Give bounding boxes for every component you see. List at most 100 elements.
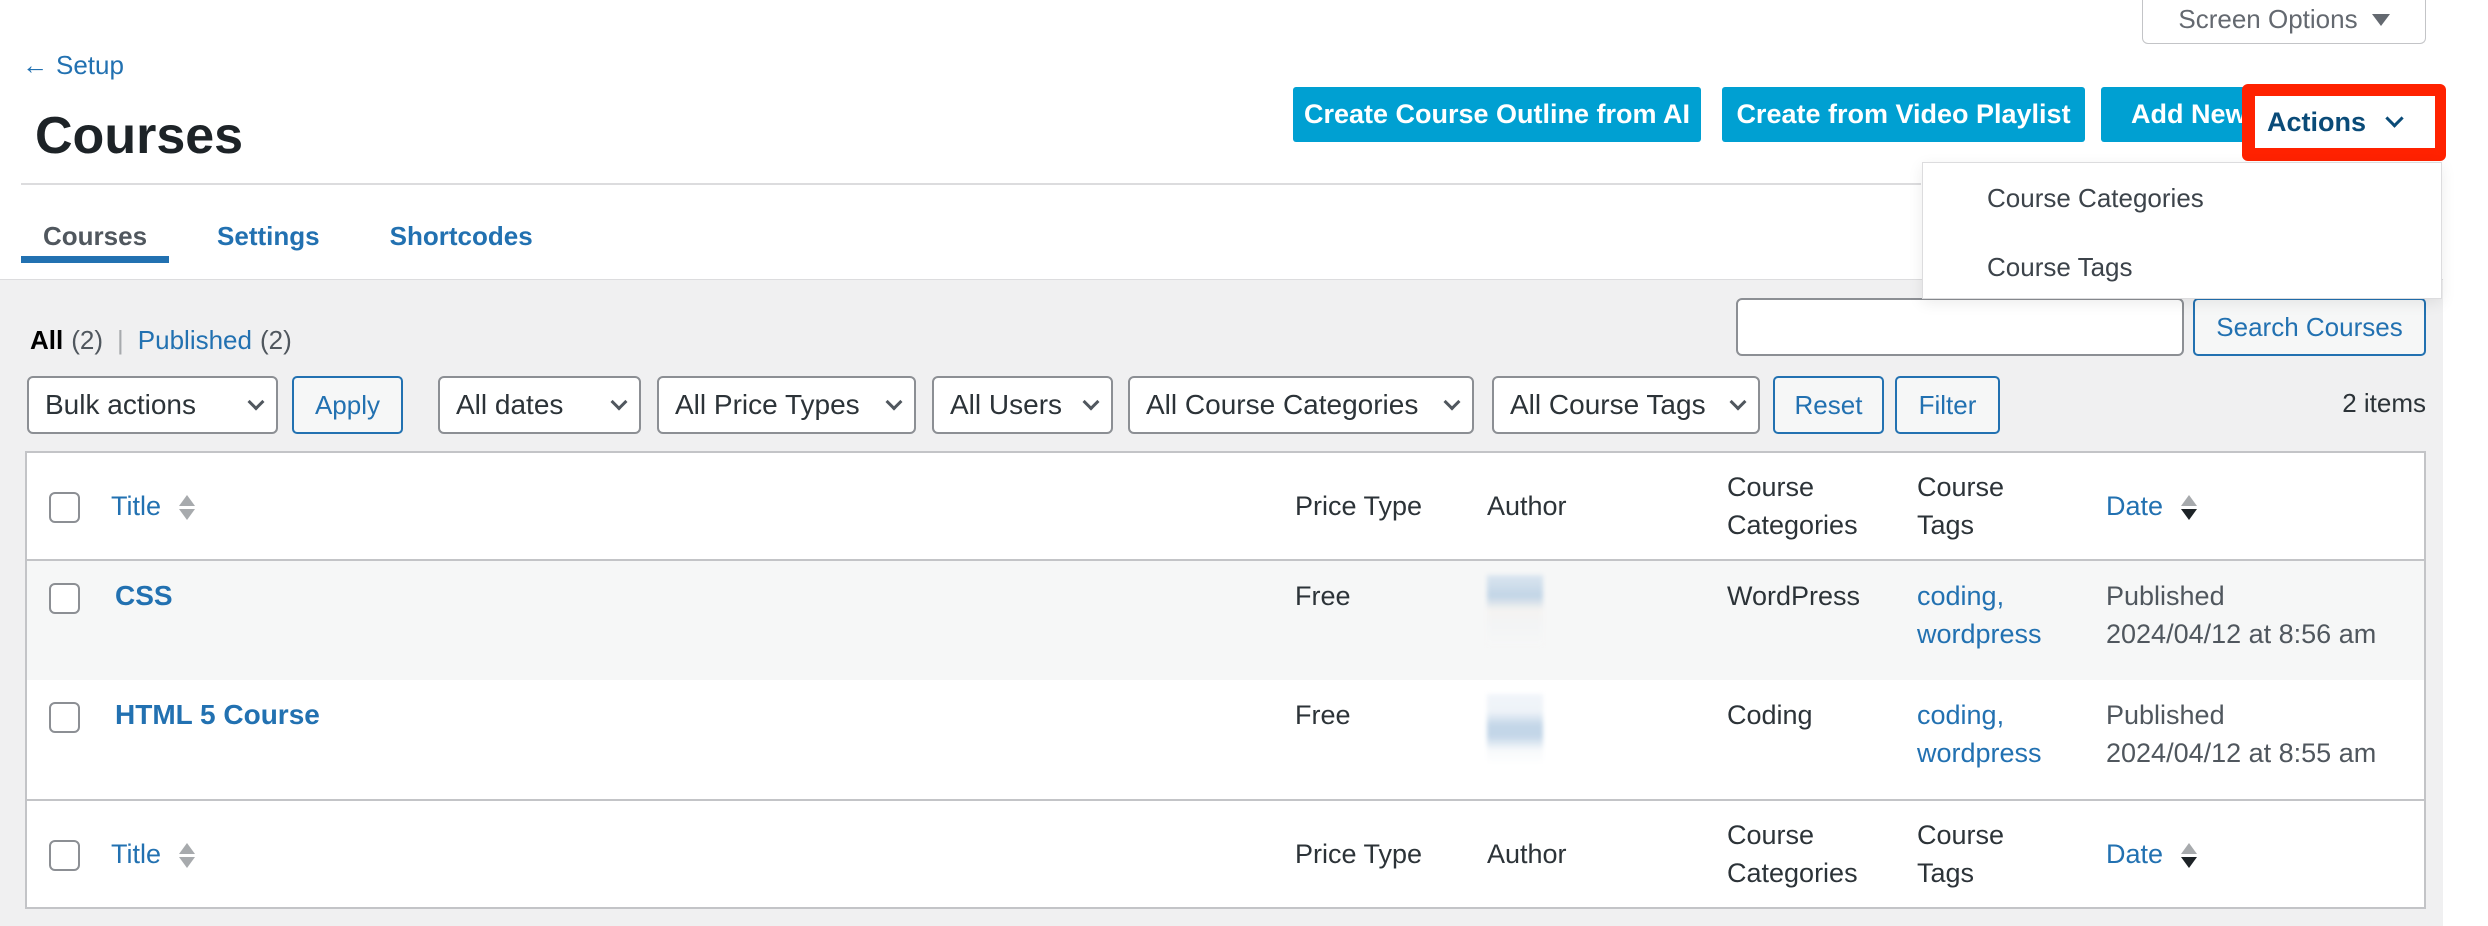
users-filter-value: All Users bbox=[950, 389, 1063, 420]
column-price-type-footer: Price Type bbox=[1295, 839, 1423, 869]
tag-link[interactable]: wordpress bbox=[1917, 738, 2042, 768]
date-cell: Published 2024/04/12 at 8:56 am bbox=[2106, 577, 2376, 653]
column-author-footer: Author bbox=[1487, 839, 1567, 869]
chevron-down-icon bbox=[2385, 109, 2404, 128]
chevron-down-icon bbox=[1729, 393, 1747, 410]
tag-link[interactable]: coding, bbox=[1917, 581, 2004, 611]
tab-bar: Courses Settings Shortcodes bbox=[21, 210, 581, 270]
column-tags-footer: Course Tags bbox=[1917, 820, 2005, 888]
search-input[interactable] bbox=[1736, 298, 2184, 356]
status-all-link[interactable]: All bbox=[30, 325, 63, 356]
dates-filter-value: All dates bbox=[456, 389, 564, 420]
column-author-header: Author bbox=[1487, 491, 1567, 521]
actions-label: Actions bbox=[2267, 106, 2367, 137]
column-categories-footer: Course Categories bbox=[1727, 820, 1858, 888]
chevron-down-icon bbox=[1082, 393, 1100, 410]
tag-link[interactable]: coding, bbox=[1917, 700, 2004, 730]
date-cell: Published 2024/04/12 at 8:55 am bbox=[2106, 696, 2376, 772]
post-status: Published bbox=[2106, 581, 2225, 611]
post-date: 2024/04/12 at 8:55 am bbox=[2106, 738, 2377, 768]
post-status: Published bbox=[2106, 700, 2225, 730]
back-to-setup-link[interactable]: ← Setup bbox=[22, 50, 124, 81]
chevron-down-icon bbox=[610, 393, 628, 410]
add-new-button[interactable]: Add New bbox=[2101, 87, 2247, 142]
users-filter-select[interactable]: All Users bbox=[932, 376, 1113, 434]
row-checkbox[interactable] bbox=[49, 702, 80, 733]
column-title-label: Title bbox=[111, 491, 162, 521]
screen-options-label: Screen Options bbox=[2178, 4, 2358, 34]
sort-icon bbox=[178, 495, 195, 521]
price-type-filter-select[interactable]: All Price Types bbox=[657, 376, 916, 434]
column-title-label: Title bbox=[111, 839, 162, 869]
sort-icon bbox=[178, 843, 195, 869]
table-footer-row: Title Price Type Author Course Categorie… bbox=[27, 799, 2424, 907]
filter-button[interactable]: Filter bbox=[1895, 376, 2000, 434]
bulk-actions-select[interactable]: Bulk actions bbox=[27, 376, 278, 434]
tags-cell: coding, wordpress bbox=[1917, 577, 2042, 653]
tab-courses[interactable]: Courses bbox=[21, 210, 170, 263]
author-redacted bbox=[1487, 694, 1543, 764]
chevron-down-icon bbox=[247, 393, 265, 410]
screen-options-button[interactable]: Screen Options bbox=[2142, 0, 2426, 44]
sort-desc-icon bbox=[2180, 495, 2197, 521]
row-checkbox[interactable] bbox=[49, 583, 80, 614]
select-all-checkbox[interactable] bbox=[49, 492, 80, 523]
tag-link[interactable]: wordpress bbox=[1917, 619, 2042, 649]
author-redacted bbox=[1487, 575, 1543, 645]
status-published-link[interactable]: Published bbox=[138, 325, 252, 356]
chevron-down-icon bbox=[885, 393, 903, 410]
tags-filter-value: All Course Tags bbox=[1510, 389, 1706, 420]
column-title-header[interactable]: Title bbox=[111, 487, 195, 525]
create-course-outline-ai-button[interactable]: Create Course Outline from AI bbox=[1293, 87, 1701, 142]
status-filter-links: All (2) | Published (2) bbox=[30, 325, 292, 356]
tags-filter-select[interactable]: All Course Tags bbox=[1492, 376, 1760, 434]
tab-settings[interactable]: Settings bbox=[195, 210, 342, 263]
caret-down-icon bbox=[2371, 13, 2390, 26]
table-row: CSS Free WordPress coding, wordpress Pub… bbox=[27, 561, 2424, 680]
apply-button[interactable]: Apply bbox=[292, 376, 403, 434]
price-type-filter-value: All Price Types bbox=[675, 389, 860, 420]
categories-filter-value: All Course Categories bbox=[1146, 389, 1419, 420]
page-title: Courses bbox=[35, 107, 244, 165]
status-all-count: (2) bbox=[71, 325, 104, 355]
reset-button[interactable]: Reset bbox=[1773, 376, 1884, 434]
price-type-link[interactable]: Free bbox=[1295, 696, 1351, 734]
column-date-label: Date bbox=[2106, 491, 2164, 521]
column-categories-header: Course Categories bbox=[1727, 472, 1858, 540]
tab-shortcodes[interactable]: Shortcodes bbox=[368, 210, 555, 263]
post-date: 2024/04/12 at 8:56 am bbox=[2106, 619, 2377, 649]
tags-cell: coding, wordpress bbox=[1917, 696, 2042, 772]
back-link-label: Setup bbox=[56, 50, 124, 80]
course-title-link[interactable]: HTML 5 Course bbox=[115, 696, 320, 734]
items-count: 2 items bbox=[2342, 388, 2426, 418]
dates-filter-select[interactable]: All dates bbox=[438, 376, 641, 434]
column-date-footer[interactable]: Date bbox=[2106, 835, 2197, 873]
menu-item-course-categories[interactable]: Course Categories bbox=[1987, 183, 2204, 214]
courses-table: Title Price Type Author Course Categorie… bbox=[25, 451, 2426, 909]
arrow-left-icon: ← bbox=[22, 50, 48, 80]
table-header-row: Title Price Type Author Course Categorie… bbox=[27, 453, 2424, 561]
status-separator: | bbox=[117, 325, 124, 355]
category-link[interactable]: WordPress bbox=[1727, 577, 1860, 615]
select-all-checkbox[interactable] bbox=[49, 840, 80, 871]
create-from-video-playlist-button[interactable]: Create from Video Playlist bbox=[1722, 87, 2085, 142]
column-price-type-header: Price Type bbox=[1295, 491, 1423, 521]
actions-dropdown-button[interactable]: Actions bbox=[2255, 96, 2435, 148]
menu-item-course-tags[interactable]: Course Tags bbox=[1987, 252, 2133, 283]
bulk-actions-value: Bulk actions bbox=[45, 389, 196, 420]
category-link[interactable]: Coding bbox=[1727, 696, 1813, 734]
chevron-down-icon bbox=[1443, 393, 1461, 410]
column-date-label: Date bbox=[2106, 839, 2164, 869]
table-row: HTML 5 Course Free Coding coding, wordpr… bbox=[27, 680, 2424, 799]
search-courses-button[interactable]: Search Courses bbox=[2193, 298, 2426, 356]
status-published-count: (2) bbox=[259, 325, 292, 355]
course-title-link[interactable]: CSS bbox=[115, 577, 173, 615]
actions-dropdown-menu: Course Categories Course Tags bbox=[1922, 162, 2442, 299]
column-title-footer[interactable]: Title bbox=[111, 835, 195, 873]
categories-filter-select[interactable]: All Course Categories bbox=[1128, 376, 1474, 434]
sort-desc-icon bbox=[2180, 843, 2197, 869]
price-type-link[interactable]: Free bbox=[1295, 577, 1351, 615]
column-tags-header: Course Tags bbox=[1917, 472, 2005, 540]
header-divider bbox=[21, 183, 1921, 185]
column-date-header[interactable]: Date bbox=[2106, 487, 2197, 525]
